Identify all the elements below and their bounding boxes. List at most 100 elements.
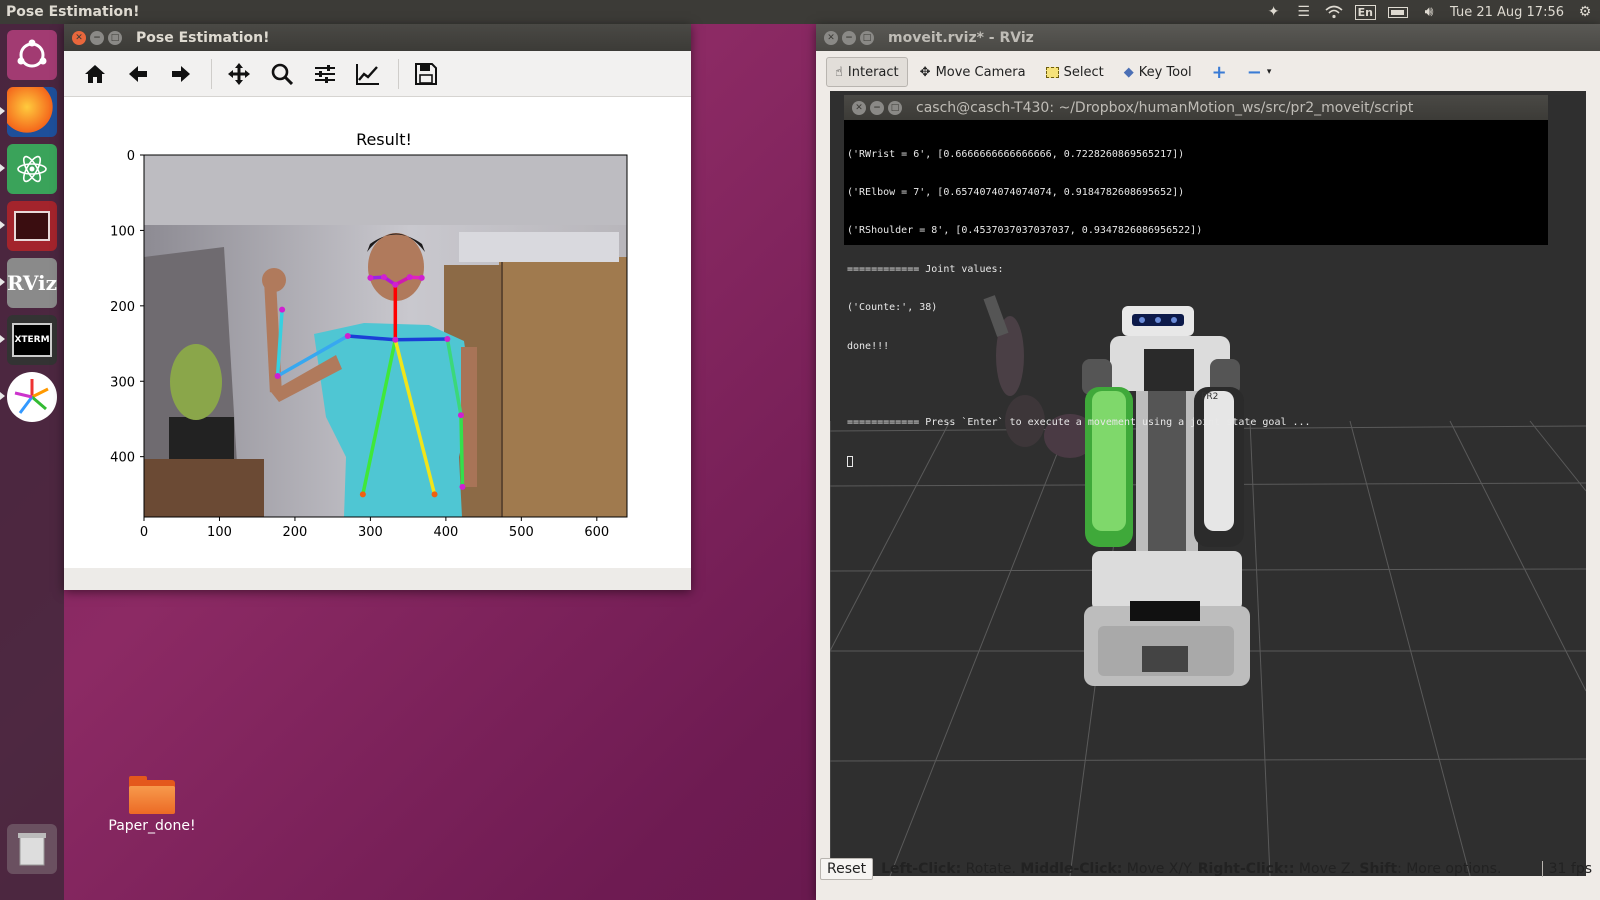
x-tick-label: 600 bbox=[584, 525, 609, 540]
close-icon[interactable]: ✕ bbox=[72, 30, 86, 45]
clock[interactable]: Tue 21 Aug 17:56 bbox=[1450, 5, 1564, 20]
x-tick-label: 0 bbox=[140, 525, 148, 540]
rviz-window-title: moveit.rviz* - RViz bbox=[888, 29, 1034, 46]
terminal-titlebar[interactable]: ✕ − □ casch@casch-T430: ~/Dropbox/humanM… bbox=[844, 95, 1548, 120]
folder-label: Paper_done! bbox=[108, 818, 196, 834]
mouse-hint-text: Left-Click: Rotate. Middle-Click: Move X… bbox=[881, 861, 1502, 877]
keypoint-l-hip bbox=[431, 491, 438, 498]
select-tool-button[interactable]: Select bbox=[1038, 57, 1112, 87]
plot-toolbar bbox=[64, 51, 691, 97]
ubuntu-dash-icon[interactable] bbox=[7, 30, 57, 80]
maximize-icon[interactable]: □ bbox=[860, 30, 874, 45]
y-tick-label: 200 bbox=[110, 300, 135, 315]
terminal-window[interactable]: ✕ − □ casch@casch-T430: ~/Dropbox/humanM… bbox=[844, 95, 1548, 467]
add-tool-button[interactable]: + bbox=[1204, 57, 1235, 87]
x-tick-label: 100 bbox=[207, 525, 232, 540]
terminal-line: ============ Joint values: bbox=[847, 263, 1004, 275]
keypoint-l-shoulder bbox=[444, 336, 451, 343]
keypoint-r-shoulder bbox=[344, 333, 351, 339]
remove-tool-button[interactable]: − ▾ bbox=[1239, 57, 1280, 87]
subplots-config-icon[interactable] bbox=[308, 57, 342, 91]
forward-arrow-icon[interactable] bbox=[164, 57, 198, 91]
terminal-title: casch@casch-T430: ~/Dropbox/humanMotion_… bbox=[916, 99, 1414, 116]
rviz-window: ✕ − □ moveit.rviz* - RViz ☝ Interact ✥ M… bbox=[816, 24, 1600, 900]
terminal-app-icon[interactable] bbox=[7, 201, 57, 251]
minimize-icon[interactable]: − bbox=[90, 30, 104, 45]
plus-icon: + bbox=[1211, 61, 1227, 83]
terminal-line: ('RShoulder = 8', [0.4537037037037037, 0… bbox=[847, 225, 1203, 237]
close-icon[interactable]: ✕ bbox=[824, 30, 838, 45]
firefox-icon[interactable] bbox=[7, 87, 57, 137]
keypoint-r-eye bbox=[380, 274, 387, 281]
x-axis: 0 100 200 300 400 500 600 bbox=[140, 517, 609, 540]
xterm-app-icon[interactable]: XTERM bbox=[7, 315, 57, 365]
terminal-line: ('Counte:', 38) bbox=[847, 302, 938, 314]
y-tick-label: 300 bbox=[110, 375, 135, 390]
home-icon[interactable] bbox=[78, 57, 112, 91]
pose-estimation-window: ✕ − □ Pose Estimation! Result! 0 100 200… bbox=[64, 24, 691, 590]
x-tick-label: 300 bbox=[358, 525, 383, 540]
zoom-icon[interactable] bbox=[265, 57, 299, 91]
back-arrow-icon[interactable] bbox=[121, 57, 155, 91]
terminal-cursor bbox=[847, 455, 853, 467]
keyboard-layout-indicator[interactable]: En bbox=[1354, 4, 1376, 20]
plot-canvas[interactable]: Result! 0 100 200 300 400 500 600 0 100 … bbox=[64, 97, 691, 568]
keypoint-l-wrist bbox=[459, 483, 466, 490]
terminal-line: ('RWrist = 6', [0.6666666666666666, 0.72… bbox=[847, 148, 1185, 160]
maximize-icon[interactable]: □ bbox=[108, 30, 122, 45]
atom-editor-icon[interactable] bbox=[7, 144, 57, 194]
minimize-icon[interactable]: − bbox=[842, 30, 856, 45]
battery-icon[interactable] bbox=[1388, 6, 1408, 18]
x-tick-label: 200 bbox=[283, 525, 308, 540]
pose-window-title: Pose Estimation! bbox=[136, 29, 270, 46]
trash-icon[interactable] bbox=[7, 824, 57, 874]
maximize-icon[interactable]: □ bbox=[888, 100, 902, 115]
interact-tool-button[interactable]: ☝ Interact bbox=[826, 57, 908, 87]
save-icon[interactable] bbox=[409, 57, 443, 91]
messaging-menu-icon[interactable]: ☰ bbox=[1295, 4, 1313, 20]
minimize-icon[interactable]: − bbox=[870, 100, 884, 115]
terminal-output[interactable]: ('RWrist = 6', [0.6666666666666666, 0.72… bbox=[844, 120, 1548, 498]
keypoint-l-elbow bbox=[457, 412, 464, 419]
y-axis: 0 100 200 300 400 bbox=[110, 149, 144, 466]
keypoint-l-eye bbox=[406, 274, 413, 281]
color-wheel-app-icon[interactable] bbox=[7, 372, 57, 422]
terminal-line: ============ Press `Enter` to execute a … bbox=[847, 417, 1311, 429]
toolbar-separator bbox=[398, 58, 399, 89]
dropbox-icon[interactable]: ✦ bbox=[1265, 4, 1283, 20]
plot-status-bar bbox=[64, 568, 691, 590]
active-app-title: Pose Estimation! bbox=[6, 4, 140, 20]
reset-button[interactable]: Reset bbox=[820, 858, 874, 880]
keypoint-neck bbox=[392, 336, 399, 343]
keypoint-r-ear bbox=[367, 274, 374, 281]
close-icon[interactable]: ✕ bbox=[852, 100, 866, 115]
y-tick-label: 400 bbox=[110, 451, 135, 466]
key-tool-icon: ◆ bbox=[1123, 64, 1134, 80]
3d-viewport[interactable]: PR2 ✕ − □ casch@casch-T430: ~/Dropbox/hu… bbox=[830, 91, 1586, 876]
select-box-icon bbox=[1045, 66, 1059, 78]
chevron-down-icon: ▾ bbox=[1266, 67, 1272, 77]
pan-icon[interactable] bbox=[222, 57, 256, 91]
pose-window-titlebar[interactable]: ✕ − □ Pose Estimation! bbox=[64, 24, 691, 51]
keypoint-l-ear bbox=[418, 274, 425, 281]
skeleton-bone-l-elbow-l-wrist bbox=[459, 413, 465, 489]
plot-title: Result! bbox=[356, 130, 412, 149]
move-camera-tool-button[interactable]: ✥ Move Camera bbox=[912, 57, 1034, 87]
volume-icon[interactable]: 🔊︎ bbox=[1420, 4, 1438, 20]
edit-curve-icon[interactable] bbox=[351, 57, 385, 91]
desktop-folder-paper-done[interactable]: Paper_done! bbox=[102, 776, 202, 834]
gear-icon[interactable]: ⚙ bbox=[1576, 4, 1594, 20]
y-tick-label: 0 bbox=[127, 149, 135, 164]
skeleton-bone-neck-l-shoulder bbox=[393, 337, 450, 342]
wifi-icon[interactable] bbox=[1325, 4, 1343, 20]
top-panel: Pose Estimation! ✦ ☰ En 🔊︎ Tue 21 Aug 17… bbox=[0, 0, 1600, 24]
fps-counter: 31 fps bbox=[1541, 861, 1598, 877]
minus-icon: − bbox=[1246, 61, 1262, 83]
key-tool-button[interactable]: ◆ Key Tool bbox=[1116, 57, 1200, 87]
terminal-line: ('RElbow = 7', [0.6574074074074074, 0.91… bbox=[847, 186, 1185, 198]
system-tray: ✦ ☰ En 🔊︎ Tue 21 Aug 17:56 ⚙ bbox=[1265, 0, 1594, 24]
y-tick-label: 100 bbox=[110, 224, 135, 239]
rviz-titlebar[interactable]: ✕ − □ moveit.rviz* - RViz bbox=[816, 24, 1600, 51]
rviz-app-icon[interactable]: RViz bbox=[7, 258, 57, 308]
